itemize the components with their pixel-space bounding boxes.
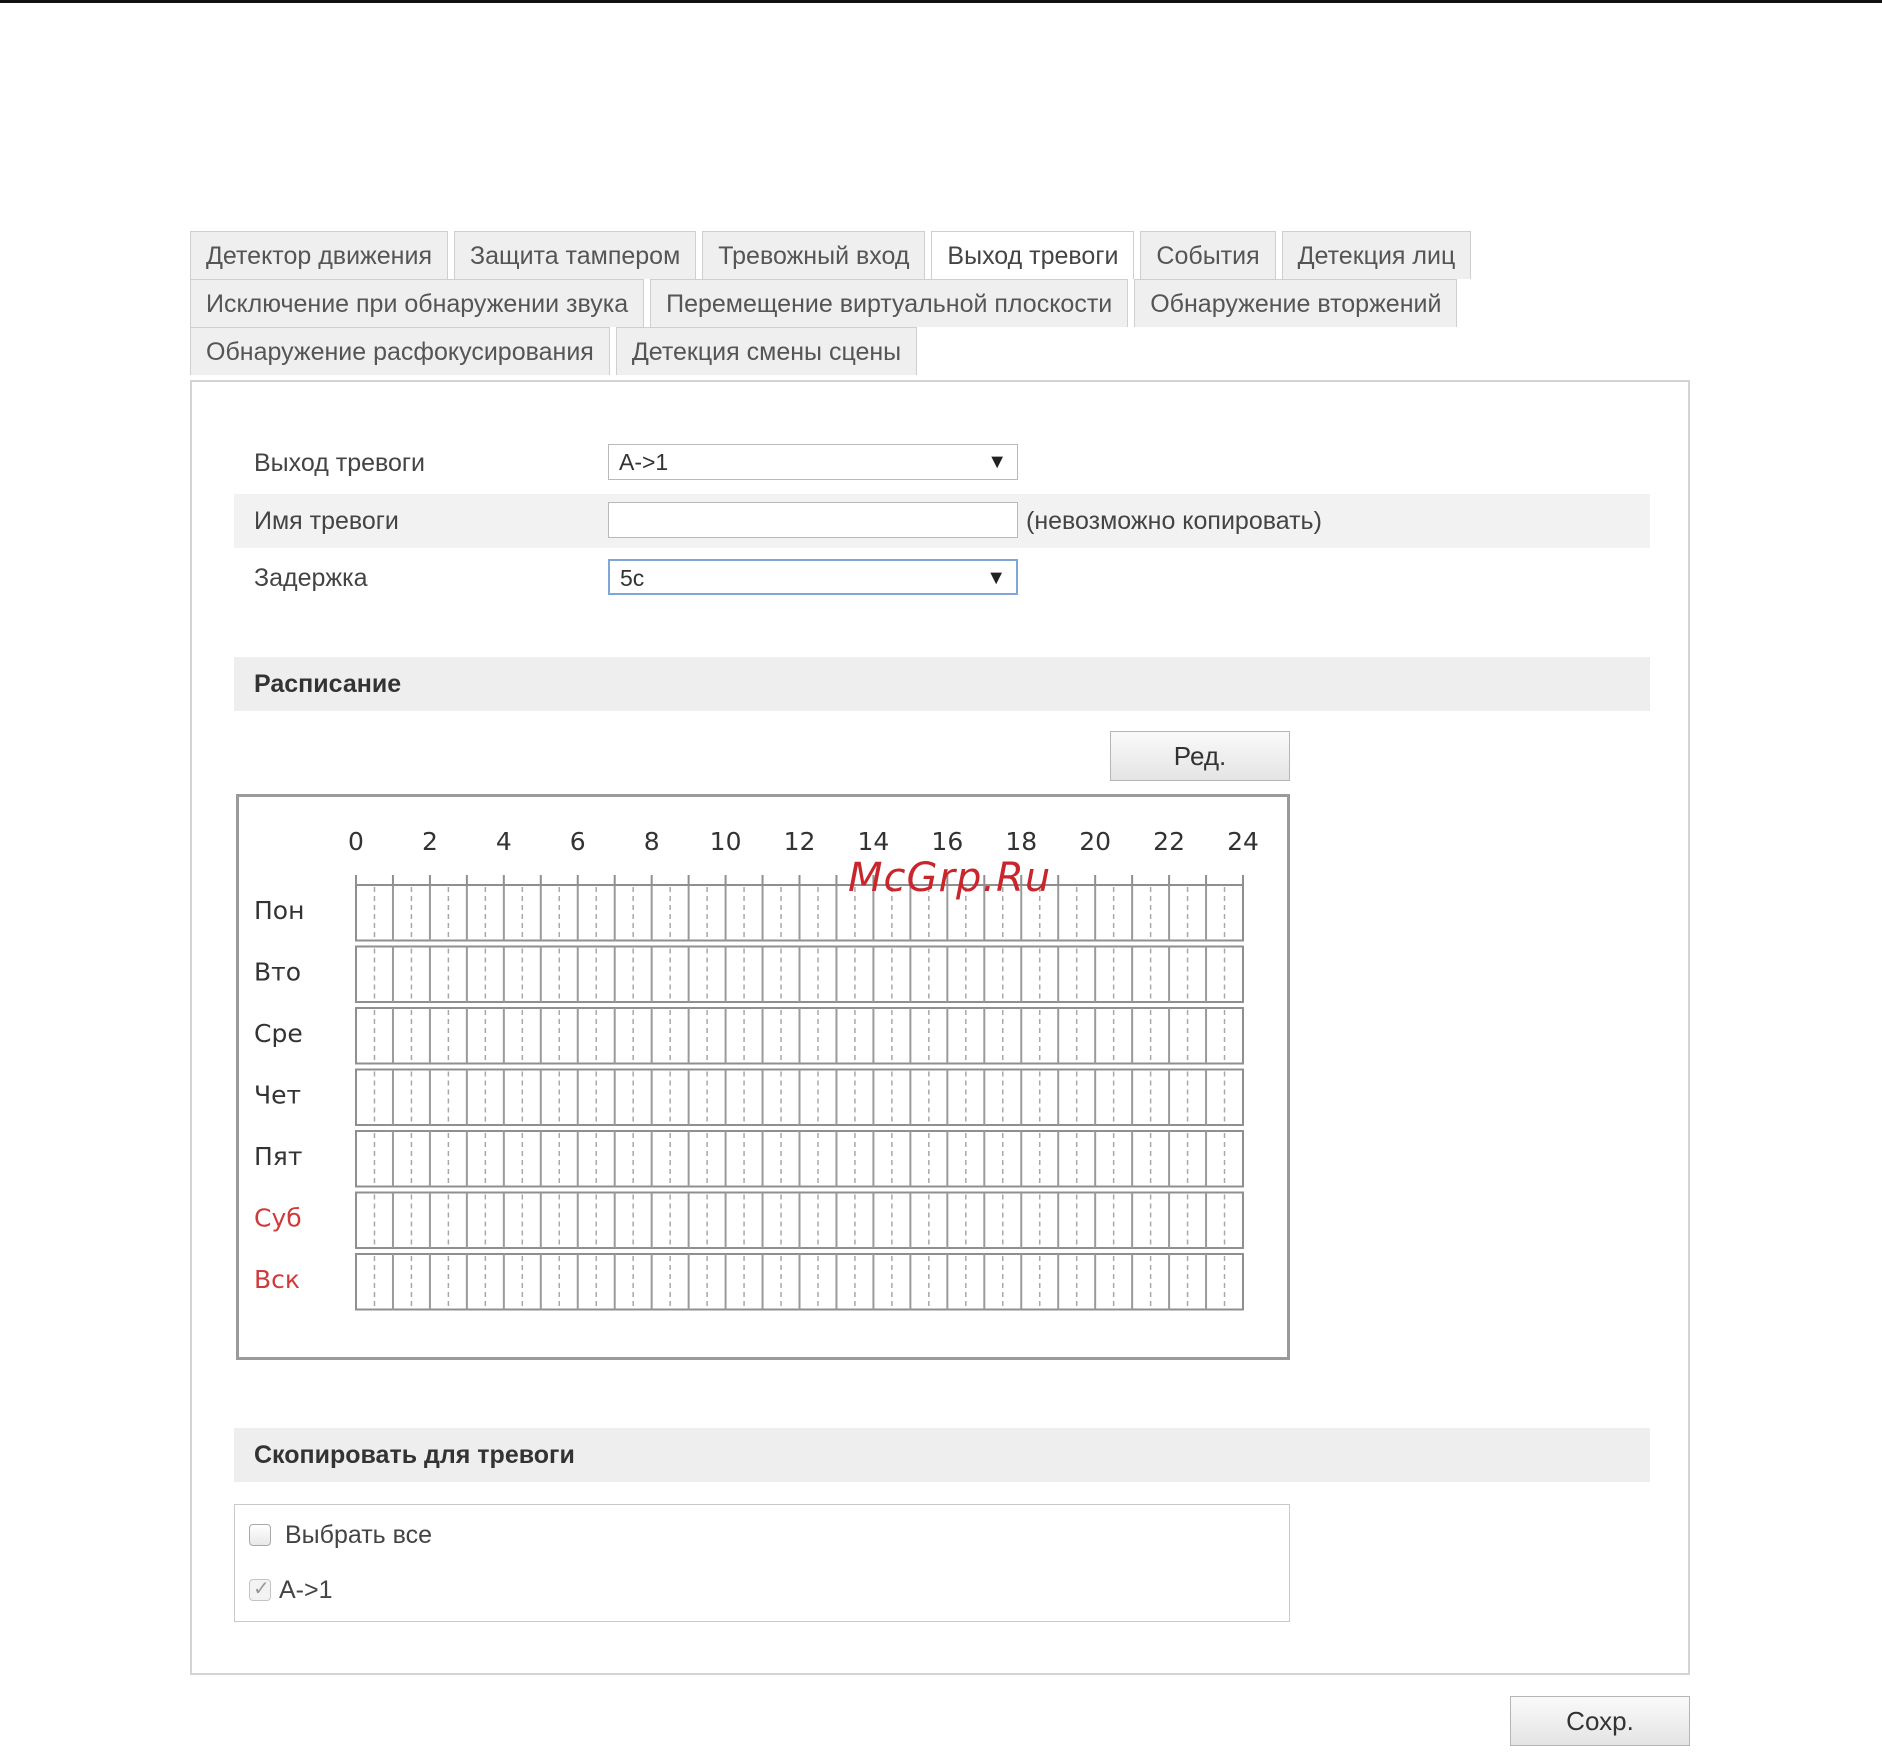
hour-label: 8 bbox=[644, 827, 660, 856]
tab-scene-change-detection[interactable]: Детекция смены сцены bbox=[615, 327, 918, 375]
day-label: Суб bbox=[254, 1203, 302, 1232]
dropdown-arrow-icon: ▼ bbox=[986, 567, 1006, 589]
day-label: Сре bbox=[254, 1019, 303, 1048]
copy-section-header: Скопировать для тревоги bbox=[234, 1428, 1650, 1482]
schedule-section-header: Расписание bbox=[234, 657, 1650, 711]
day-label: Вто bbox=[254, 957, 301, 986]
hour-label: 18 bbox=[1005, 827, 1037, 856]
hour-label: 16 bbox=[931, 827, 963, 856]
select-all-label: Выбрать все bbox=[285, 1520, 433, 1549]
copy-targets-box: Выбрать все ✓ A->1 bbox=[234, 1504, 1290, 1622]
tab-tamper-protection[interactable]: Защита тампером bbox=[454, 231, 697, 279]
schedule-grid[interactable]: 0 2 4 6 8 10 12 14 16 18 20 22 24 Пон Вто Сре Чет Пят Суб В… bbox=[236, 794, 1290, 1360]
copy-item-label: A->1 bbox=[279, 1575, 333, 1604]
copy-item-row[interactable]: ✓ A->1 bbox=[249, 1570, 333, 1610]
hour-label: 12 bbox=[784, 827, 816, 856]
hour-label: 14 bbox=[858, 827, 890, 856]
alarm-output-select[interactable]: A->1 ▼ bbox=[608, 444, 1018, 480]
tab-row-1: Детектор движения Защита тампером Тревож… bbox=[190, 231, 1490, 279]
copy-item-checkbox[interactable]: ✓ bbox=[249, 1578, 271, 1601]
save-button[interactable]: Сохр. bbox=[1510, 1696, 1690, 1746]
tab-motion-detector[interactable]: Детектор движения bbox=[190, 231, 448, 279]
day-label: Пят bbox=[254, 1142, 302, 1171]
delay-label: Задержка bbox=[254, 564, 368, 592]
dropdown-arrow-icon: ▼ bbox=[987, 451, 1007, 473]
tab-bar: Детектор движения Защита тампером Тревож… bbox=[190, 231, 1490, 375]
select-all-row[interactable]: Выбрать все bbox=[249, 1515, 432, 1555]
alarm-name-note: (невозможно копировать) bbox=[1026, 507, 1322, 535]
top-rule bbox=[0, 0, 1882, 3]
tab-alarm-output[interactable]: Выход тревоги bbox=[931, 231, 1135, 279]
hour-label: 2 bbox=[422, 827, 438, 856]
alarm-name-row: Имя тревоги (невозможно копировать) bbox=[234, 494, 1650, 548]
hour-label: 20 bbox=[1079, 827, 1111, 856]
day-label: Вск bbox=[254, 1265, 300, 1294]
settings-panel: Выход тревоги A->1 ▼ Имя тревоги (невозм… bbox=[190, 380, 1690, 1675]
checkmark-icon: ✓ bbox=[253, 1578, 270, 1600]
watermark: McGrp.Ru bbox=[848, 855, 1052, 901]
hour-label: 22 bbox=[1153, 827, 1185, 856]
copy-section-title: Скопировать для тревоги bbox=[254, 1441, 575, 1469]
alarm-output-label: Выход тревоги bbox=[254, 449, 425, 477]
tab-row-3: Обнаружение расфокусирования Детекция см… bbox=[190, 327, 1490, 375]
day-label: Чет bbox=[254, 1080, 301, 1109]
tab-line-crossing[interactable]: Перемещение виртуальной плоскости bbox=[650, 279, 1129, 327]
alarm-output-row: Выход тревоги A->1 ▼ bbox=[234, 436, 1650, 490]
tab-intrusion-detection[interactable]: Обнаружение вторжений bbox=[1134, 279, 1458, 327]
tab-audio-exception[interactable]: Исключение при обнаружении звука bbox=[190, 279, 645, 327]
schedule-section-title: Расписание bbox=[254, 670, 402, 698]
hour-label: 6 bbox=[570, 827, 586, 856]
tab-defocus-detection[interactable]: Обнаружение расфокусирования bbox=[190, 327, 610, 375]
alarm-output-value: A->1 bbox=[619, 449, 669, 475]
tab-alarm-input[interactable]: Тревожный вход bbox=[702, 231, 926, 279]
tab-row-2: Исключение при обнаружении звука Перемещ… bbox=[190, 279, 1490, 327]
tab-events[interactable]: События bbox=[1140, 231, 1276, 279]
alarm-name-label: Имя тревоги bbox=[254, 507, 399, 535]
delay-row: Задержка 5с ▼ bbox=[234, 551, 1650, 605]
schedule-chart: 0 2 4 6 8 10 12 14 16 18 20 22 24ПонВтоСреЧетПятСубВ… bbox=[254, 827, 1259, 1311]
hour-label: 0 bbox=[348, 827, 364, 856]
delay-select[interactable]: 5с ▼ bbox=[608, 559, 1018, 595]
edit-schedule-button[interactable]: Ред. bbox=[1110, 731, 1290, 781]
tab-face-detection[interactable]: Детекция лиц bbox=[1281, 231, 1472, 279]
hour-label: 24 bbox=[1227, 827, 1259, 856]
hour-label: 4 bbox=[496, 827, 512, 856]
alarm-name-input[interactable] bbox=[608, 502, 1018, 538]
select-all-checkbox[interactable] bbox=[249, 1524, 271, 1546]
day-label: Пон bbox=[254, 896, 304, 925]
delay-value: 5с bbox=[620, 565, 645, 591]
hour-label: 10 bbox=[710, 827, 742, 856]
